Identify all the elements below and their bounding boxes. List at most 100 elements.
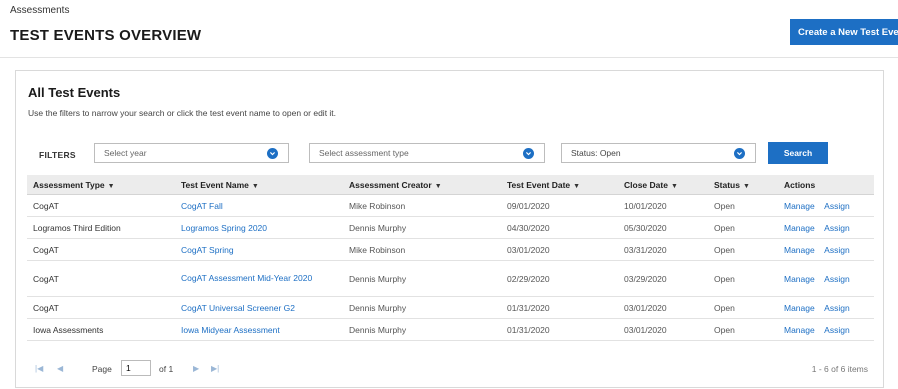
status-cell: Open [708, 296, 778, 319]
assign-link[interactable]: Assign [824, 245, 850, 255]
first-page-icon[interactable]: |◀ [35, 364, 43, 373]
assessment-creator-cell: Dennis Murphy [343, 260, 501, 297]
test-event-name-link[interactable]: CogAT Fall [181, 201, 223, 211]
column-header-assessment-type[interactable]: Assessment Type ▼ [27, 175, 175, 195]
test-event-date-cell: 01/31/2020 [501, 296, 618, 319]
status-cell: Open [708, 216, 778, 239]
next-page-icon[interactable]: ▶ [193, 364, 199, 373]
table-row: CogAT CogAT Universal Screener G2 Dennis… [27, 296, 874, 319]
assessment-creator-cell: Dennis Murphy [343, 216, 501, 239]
assessment-type-placeholder: Select assessment type [319, 148, 409, 158]
manage-link[interactable]: Manage [784, 223, 815, 233]
test-event-name-link[interactable]: CogAT Spring [181, 245, 234, 255]
assign-link[interactable]: Assign [824, 303, 850, 313]
status-cell: Open [708, 238, 778, 261]
assessment-type-cell: Logramos Third Edition [27, 216, 175, 239]
assessment-type-cell: CogAT [27, 238, 175, 261]
year-select[interactable]: Select year [94, 143, 289, 163]
assessment-creator-cell: Dennis Murphy [343, 318, 501, 341]
chevron-down-icon [523, 148, 534, 159]
assessment-type-cell: CogAT [27, 194, 175, 217]
page-label: Page [92, 364, 112, 374]
table-row: CogAT CogAT Spring Mike Robinson 03/01/2… [27, 238, 874, 261]
close-date-cell: 10/01/2020 [618, 194, 708, 217]
column-label: Test Event Name [181, 179, 249, 190]
status-select-value: Status: Open [571, 148, 621, 158]
test-event-date-cell: 02/29/2020 [501, 260, 618, 297]
assessment-type-cell: CogAT [27, 296, 175, 319]
page-number-input[interactable] [121, 360, 151, 376]
section-title: All Test Events [28, 85, 121, 100]
table-row: Iowa Assessments Iowa Midyear Assessment… [27, 318, 874, 341]
column-label: Close Date [624, 179, 668, 190]
sort-down-icon: ▼ [670, 182, 678, 190]
table-row: CogAT CogAT Fall Mike Robinson 09/01/202… [27, 194, 874, 217]
column-header-actions: Actions [778, 175, 874, 195]
assessment-creator-cell: Dennis Murphy [343, 296, 501, 319]
test-event-name-link[interactable]: CogAT Universal Screener G2 [181, 303, 295, 313]
sort-down-icon: ▼ [573, 182, 581, 190]
column-header-close-date[interactable]: Close Date ▼ [618, 175, 708, 195]
status-select[interactable]: Status: Open [561, 143, 756, 163]
test-event-date-cell: 04/30/2020 [501, 216, 618, 239]
sort-down-icon: ▼ [742, 182, 750, 190]
page-title: TEST EVENTS OVERVIEW [10, 27, 202, 44]
column-label: Assessment Type [33, 179, 105, 190]
assign-link[interactable]: Assign [824, 201, 850, 211]
column-header-test-event-name[interactable]: Test Event Name ▼ [175, 175, 343, 195]
column-header-status[interactable]: Status ▼ [708, 175, 778, 195]
test-event-date-cell: 01/31/2020 [501, 318, 618, 341]
test-events-panel: All Test Events Use the filters to narro… [15, 70, 884, 388]
test-event-name-link[interactable]: Logramos Spring 2020 [181, 223, 267, 233]
column-label: Status [714, 179, 740, 190]
assessment-creator-cell: Mike Robinson [343, 194, 501, 217]
test-event-date-cell: 09/01/2020 [501, 194, 618, 217]
pagination: |◀ ◀ Page of 1 ▶ ▶| 1 - 6 of 6 items [27, 360, 874, 380]
status-cell: Open [708, 194, 778, 217]
column-label: Test Event Date [507, 179, 571, 190]
sort-down-icon: ▼ [107, 182, 115, 190]
assign-link[interactable]: Assign [824, 223, 850, 233]
column-header-test-event-date[interactable]: Test Event Date ▼ [501, 175, 618, 195]
table-row: CogAT CogAT Assessment Mid-Year 2020 Den… [27, 260, 874, 297]
filters-label: FILTERS [39, 150, 76, 160]
sort-down-icon: ▼ [434, 182, 442, 190]
manage-link[interactable]: Manage [784, 274, 815, 284]
column-label: Assessment Creator [349, 179, 432, 190]
column-header-assessment-creator[interactable]: Assessment Creator ▼ [343, 175, 501, 195]
chevron-down-icon [734, 148, 745, 159]
last-page-icon[interactable]: ▶| [211, 364, 219, 373]
chevron-down-icon [267, 148, 278, 159]
test-event-name-link[interactable]: Iowa Midyear Assessment [181, 325, 280, 335]
test-events-table: Assessment Type ▼ Test Event Name ▼ Assess… [27, 175, 874, 341]
prev-page-icon[interactable]: ◀ [57, 364, 63, 373]
items-count: 1 - 6 of 6 items [811, 364, 868, 374]
manage-link[interactable]: Manage [784, 325, 815, 335]
sort-down-icon: ▼ [251, 182, 259, 190]
header-divider [0, 57, 898, 58]
year-select-placeholder: Select year [104, 148, 147, 158]
manage-link[interactable]: Manage [784, 245, 815, 255]
assessment-creator-cell: Mike Robinson [343, 238, 501, 261]
manage-link[interactable]: Manage [784, 303, 815, 313]
close-date-cell: 03/01/2020 [618, 318, 708, 341]
assessment-type-select[interactable]: Select assessment type [309, 143, 545, 163]
test-event-date-cell: 03/01/2020 [501, 238, 618, 261]
table-header-row: Assessment Type ▼ Test Event Name ▼ Assess… [27, 175, 874, 195]
close-date-cell: 03/29/2020 [618, 260, 708, 297]
close-date-cell: 05/30/2020 [618, 216, 708, 239]
assign-link[interactable]: Assign [824, 274, 850, 284]
table-row: Logramos Third Edition Logramos Spring 2… [27, 216, 874, 239]
test-event-name-link[interactable]: CogAT Assessment Mid-Year 2020 [181, 273, 312, 283]
status-cell: Open [708, 260, 778, 297]
create-test-event-button[interactable]: Create a New Test Event [790, 19, 898, 45]
status-cell: Open [708, 318, 778, 341]
assessment-type-cell: CogAT [27, 260, 175, 297]
assessment-type-cell: Iowa Assessments [27, 318, 175, 341]
assign-link[interactable]: Assign [824, 325, 850, 335]
breadcrumb[interactable]: Assessments [10, 5, 69, 16]
close-date-cell: 03/31/2020 [618, 238, 708, 261]
close-date-cell: 03/01/2020 [618, 296, 708, 319]
search-button[interactable]: Search [768, 142, 828, 164]
manage-link[interactable]: Manage [784, 201, 815, 211]
